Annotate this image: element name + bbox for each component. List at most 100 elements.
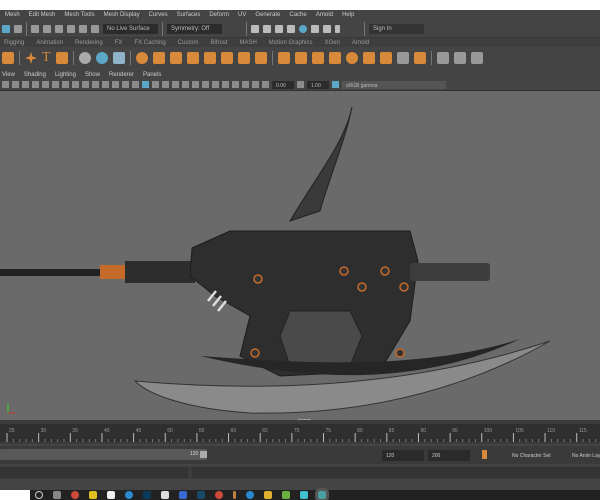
character-set-dropdown[interactable]: No Character Set <box>508 450 558 461</box>
search-icon[interactable] <box>35 491 43 499</box>
panel-menu-lighting[interactable]: Lighting <box>55 72 76 78</box>
taskbar-search-box[interactable] <box>0 490 30 500</box>
wireframe-icon[interactable] <box>132 81 139 88</box>
menu-edit-mesh[interactable]: Edit Mesh <box>29 12 56 18</box>
snap-surface-icon[interactable] <box>79 24 87 33</box>
menu-surfaces[interactable]: Surfaces <box>177 12 201 18</box>
task-view-icon[interactable] <box>53 491 61 499</box>
uv-icon[interactable] <box>396 52 409 64</box>
image-plane-icon[interactable] <box>32 81 39 88</box>
motion-blur-icon[interactable] <box>232 81 239 88</box>
smooth-shade-icon[interactable] <box>142 81 149 88</box>
safe-action-icon[interactable] <box>112 81 119 88</box>
textured-icon[interactable] <box>162 81 169 88</box>
hypershade-icon[interactable] <box>299 24 307 33</box>
tab-fx[interactable]: FX <box>115 40 123 46</box>
safe-title-icon[interactable] <box>122 81 129 88</box>
symmetry-dropdown[interactable]: Symmetry: Off <box>167 23 222 34</box>
extract-icon[interactable] <box>186 52 199 64</box>
menu-generate[interactable]: Generate <box>255 12 280 18</box>
smooth-icon[interactable] <box>203 52 216 64</box>
pen-icon[interactable] <box>233 491 236 499</box>
svg-icon[interactable] <box>55 52 68 64</box>
viewport-persp[interactable]: persp <box>0 90 600 424</box>
timeline-ruler[interactable]: 25 30 35 40 45 50 55 60 65 70 75 80 85 90 95 100 105 110 1… <box>0 420 600 444</box>
cube-icon[interactable] <box>311 52 324 64</box>
sign-in-button[interactable]: Sign In <box>369 23 424 34</box>
app7-icon[interactable] <box>300 491 308 499</box>
gate-mask-icon[interactable] <box>92 81 99 88</box>
particles-icon[interactable] <box>112 52 125 64</box>
folder-icon[interactable] <box>264 491 272 499</box>
end-time-field[interactable]: 120 <box>382 450 424 461</box>
gamma-field[interactable]: 1.00 <box>307 80 329 89</box>
panel-menu-view[interactable]: View <box>2 72 15 78</box>
gamma-icon[interactable] <box>297 81 304 88</box>
snap-curve-icon[interactable] <box>43 24 51 33</box>
range-handle[interactable] <box>200 451 207 458</box>
anim-layer-dropdown[interactable]: No Anim Layer <box>568 450 600 461</box>
merge-icon[interactable] <box>328 52 341 64</box>
render-sequence-icon[interactable] <box>263 24 271 33</box>
fill-hole-icon[interactable] <box>294 52 307 64</box>
color-management-icon[interactable] <box>332 81 339 88</box>
grid-icon[interactable] <box>62 81 69 88</box>
multi-cut-icon[interactable] <box>436 52 449 64</box>
combine-icon[interactable] <box>135 52 148 64</box>
tab-custom[interactable]: Custom <box>178 40 199 46</box>
tab-xgen[interactable]: XGen <box>324 40 339 46</box>
exposure-field[interactable]: 0.00 <box>272 80 294 89</box>
xray-joints-icon[interactable] <box>212 81 219 88</box>
panel-menu-show[interactable]: Show <box>85 72 100 78</box>
locator-icon[interactable] <box>95 52 108 64</box>
default-material-icon[interactable] <box>152 81 159 88</box>
ambient-occlusion-icon[interactable] <box>222 81 229 88</box>
render-settings-icon[interactable] <box>287 24 295 33</box>
boolean-icon[interactable] <box>362 52 375 64</box>
chrome-icon[interactable] <box>71 491 79 499</box>
cylinder-icon[interactable] <box>413 52 426 64</box>
bookmark-icon[interactable] <box>22 81 29 88</box>
insert-loop-icon[interactable] <box>453 52 466 64</box>
panel-menu-renderer[interactable]: Renderer <box>109 72 134 78</box>
resolution-gate-icon[interactable] <box>82 81 89 88</box>
menu-help[interactable]: Help <box>342 12 354 18</box>
component-mode-icon[interactable] <box>14 24 22 33</box>
tab-fx-caching[interactable]: FX Caching <box>134 40 165 46</box>
text-icon[interactable]: T <box>42 50 51 66</box>
auto-key-icon[interactable] <box>482 450 487 459</box>
extrude-icon[interactable] <box>254 52 267 64</box>
photoshop-icon[interactable] <box>143 491 151 499</box>
exposure-icon[interactable] <box>262 81 269 88</box>
offset-loop-icon[interactable] <box>470 52 483 64</box>
tab-arnold[interactable]: Arnold <box>352 40 369 46</box>
menu-mesh[interactable]: Mesh <box>5 12 20 18</box>
pause-icon[interactable] <box>335 24 340 33</box>
menu-cache[interactable]: Cache <box>289 12 306 18</box>
tab-animation[interactable]: Animation <box>36 40 63 46</box>
edge-icon[interactable] <box>125 491 133 499</box>
camera-icon[interactable] <box>2 81 9 88</box>
app-icon[interactable] <box>89 491 97 499</box>
tab-bifrost[interactable]: Bifrost <box>210 40 227 46</box>
snap-view-icon[interactable] <box>67 24 75 33</box>
range-slider-bar[interactable] <box>0 449 207 460</box>
render-view-icon[interactable] <box>311 24 319 33</box>
snap-point-icon[interactable] <box>55 24 63 33</box>
anti-aliasing-icon[interactable] <box>242 81 249 88</box>
measure-icon[interactable] <box>78 52 91 64</box>
2d-pan-icon[interactable] <box>42 81 49 88</box>
star-icon[interactable] <box>25 52 37 64</box>
tab-motion-graphics[interactable]: Motion Graphics <box>269 40 313 46</box>
store-icon[interactable] <box>107 491 115 499</box>
tab-rigging[interactable]: Rigging <box>4 40 24 46</box>
snap-grid-icon[interactable] <box>31 24 39 33</box>
max-time-field[interactable]: 200 <box>428 450 470 461</box>
append-icon[interactable] <box>277 52 290 64</box>
plane-icon[interactable] <box>379 52 392 64</box>
xray-icon[interactable] <box>202 81 209 88</box>
camera-attributes-icon[interactable] <box>12 81 19 88</box>
app6-icon[interactable] <box>282 491 290 499</box>
ipr-render-icon[interactable] <box>275 24 283 33</box>
menu-curves[interactable]: Curves <box>149 12 168 18</box>
